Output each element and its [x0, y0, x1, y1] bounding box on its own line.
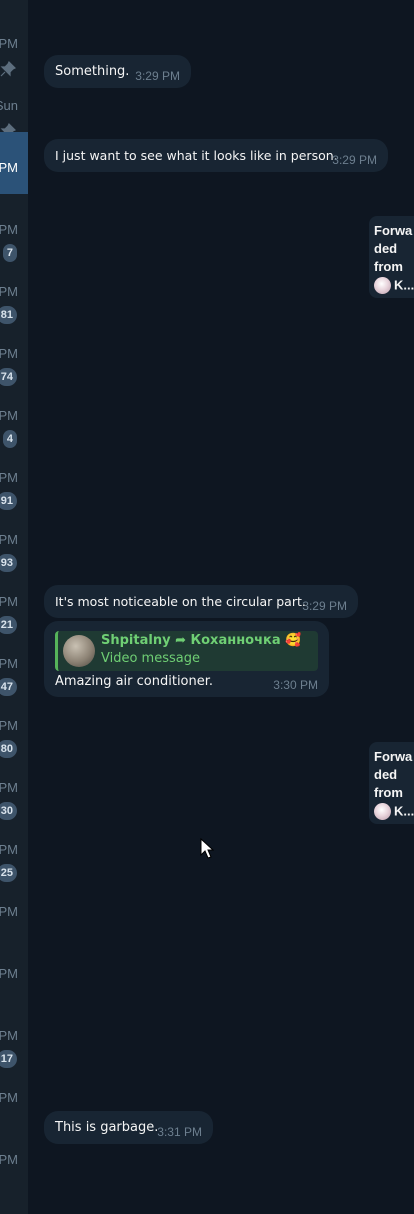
chat-item-time: PM [0, 36, 18, 51]
chat-item-time: PM [0, 1090, 18, 1105]
chat-list-item[interactable]: PM 4 [0, 380, 28, 448]
message-text: It's most noticeable on the circular par… [55, 594, 306, 609]
chat-item-time: PM [0, 1152, 18, 1167]
chat-item-time: PM [0, 904, 18, 919]
message-bubble[interactable]: Something. 3:29 PM [44, 55, 191, 88]
reply-avatar [63, 635, 95, 667]
message-time: 3:29 PM [135, 69, 180, 83]
forwarded-message-card[interactable]: Forwa ded from K... [369, 216, 414, 298]
chat-item-time: PM [0, 656, 18, 671]
chat-list-sidebar: PMSunPMPM7PM81PM74PM4PM91PM93PM21PM47PM8… [0, 0, 28, 1214]
reply-message-bubble[interactable]: Shpitalny ➦ Коханночка 🥰 Video message A… [44, 621, 329, 697]
message-time: 3:29 PM [302, 599, 347, 613]
message-bubble[interactable]: I just want to see what it looks like in… [44, 139, 388, 172]
chat-item-time: PM [0, 842, 18, 857]
forwarded-avatar [374, 803, 391, 821]
reply-preview[interactable]: Shpitalny ➦ Коханночка 🥰 Video message [55, 631, 318, 671]
message-time: 3:31 PM [157, 1125, 202, 1139]
forwarded-avatar [374, 277, 391, 295]
chat-item-time: PM [0, 532, 18, 547]
chat-item-time: PM [0, 1028, 18, 1043]
chat-list-item[interactable]: PM [0, 938, 28, 1000]
chat-item-time: PM [0, 222, 18, 237]
chat-list-item[interactable]: PM [0, 8, 28, 77]
chat-item-time: PM [0, 408, 18, 423]
chat-item-time: PM [0, 718, 18, 733]
chat-item-time: PM [0, 966, 18, 981]
forwarded-sender-name: K... [394, 277, 414, 293]
message-bubble[interactable]: It's most noticeable on the circular par… [44, 585, 358, 618]
message-text: This is garbage. [55, 1120, 159, 1135]
message-time: 3:29 PM [332, 153, 377, 167]
chat-item-time: PM [0, 160, 18, 175]
chat-list-item[interactable]: PM 74 [0, 318, 28, 386]
forwarded-label-line-3: from [374, 259, 403, 274]
chat-list-item[interactable]: PM 80 [0, 690, 28, 758]
chat-list-item[interactable]: PM 93 [0, 504, 28, 572]
forwarded-label-line-1: Forwa [374, 223, 413, 238]
chat-list-item[interactable]: PM [0, 132, 28, 194]
chat-item-time: PM [0, 470, 18, 485]
chat-list-item[interactable]: PM 47 [0, 628, 28, 696]
chat-list-item[interactable]: PM [0, 1124, 28, 1186]
chat-list-item[interactable]: PM [0, 1062, 28, 1124]
chat-item-time: PM [0, 594, 18, 609]
message-bubble[interactable]: This is garbage. 3:31 PM [44, 1111, 213, 1144]
reply-subtitle: Video message [101, 651, 200, 666]
chat-list-item[interactable]: PM 30 [0, 752, 28, 820]
chat-list-item[interactable]: Sun [0, 70, 28, 139]
forwarded-message-card[interactable]: Forwa ded from K... [369, 742, 414, 824]
chat-item-time: PM [0, 346, 18, 361]
reply-sender-title: Shpitalny ➦ Коханночка 🥰 [101, 633, 302, 648]
message-text: Something. [55, 64, 130, 79]
forwarded-label-line-3: from [374, 785, 403, 800]
chat-list-item[interactable]: PM [0, 876, 28, 938]
chat-list-item[interactable]: PM 81 [0, 256, 28, 324]
chat-list-item[interactable]: PM 17 [0, 1000, 28, 1068]
chat-list-item[interactable]: PM 25 [0, 814, 28, 882]
message-text: Amazing air conditioner. [55, 674, 214, 689]
chat-item-time: Sun [0, 98, 18, 113]
forwarded-label-line-2: ded [374, 767, 398, 782]
message-text: I just want to see what it looks like in… [55, 148, 338, 163]
chat-list-item[interactable]: PM 91 [0, 442, 28, 510]
forwarded-sender-name: K... [394, 803, 414, 819]
chat-item-time: PM [0, 780, 18, 795]
chat-list-item[interactable]: PM 21 [0, 566, 28, 634]
forwarded-label-line-1: Forwa [374, 749, 413, 764]
message-area: Something. 3:29 PM I just want to see wh… [28, 0, 414, 1214]
forwarded-label-line-2: ded [374, 241, 398, 256]
chat-list-item[interactable]: PM 7 [0, 194, 28, 262]
chat-item-time: PM [0, 284, 18, 299]
mouse-cursor-icon [200, 838, 214, 859]
message-time: 3:30 PM [273, 678, 318, 692]
